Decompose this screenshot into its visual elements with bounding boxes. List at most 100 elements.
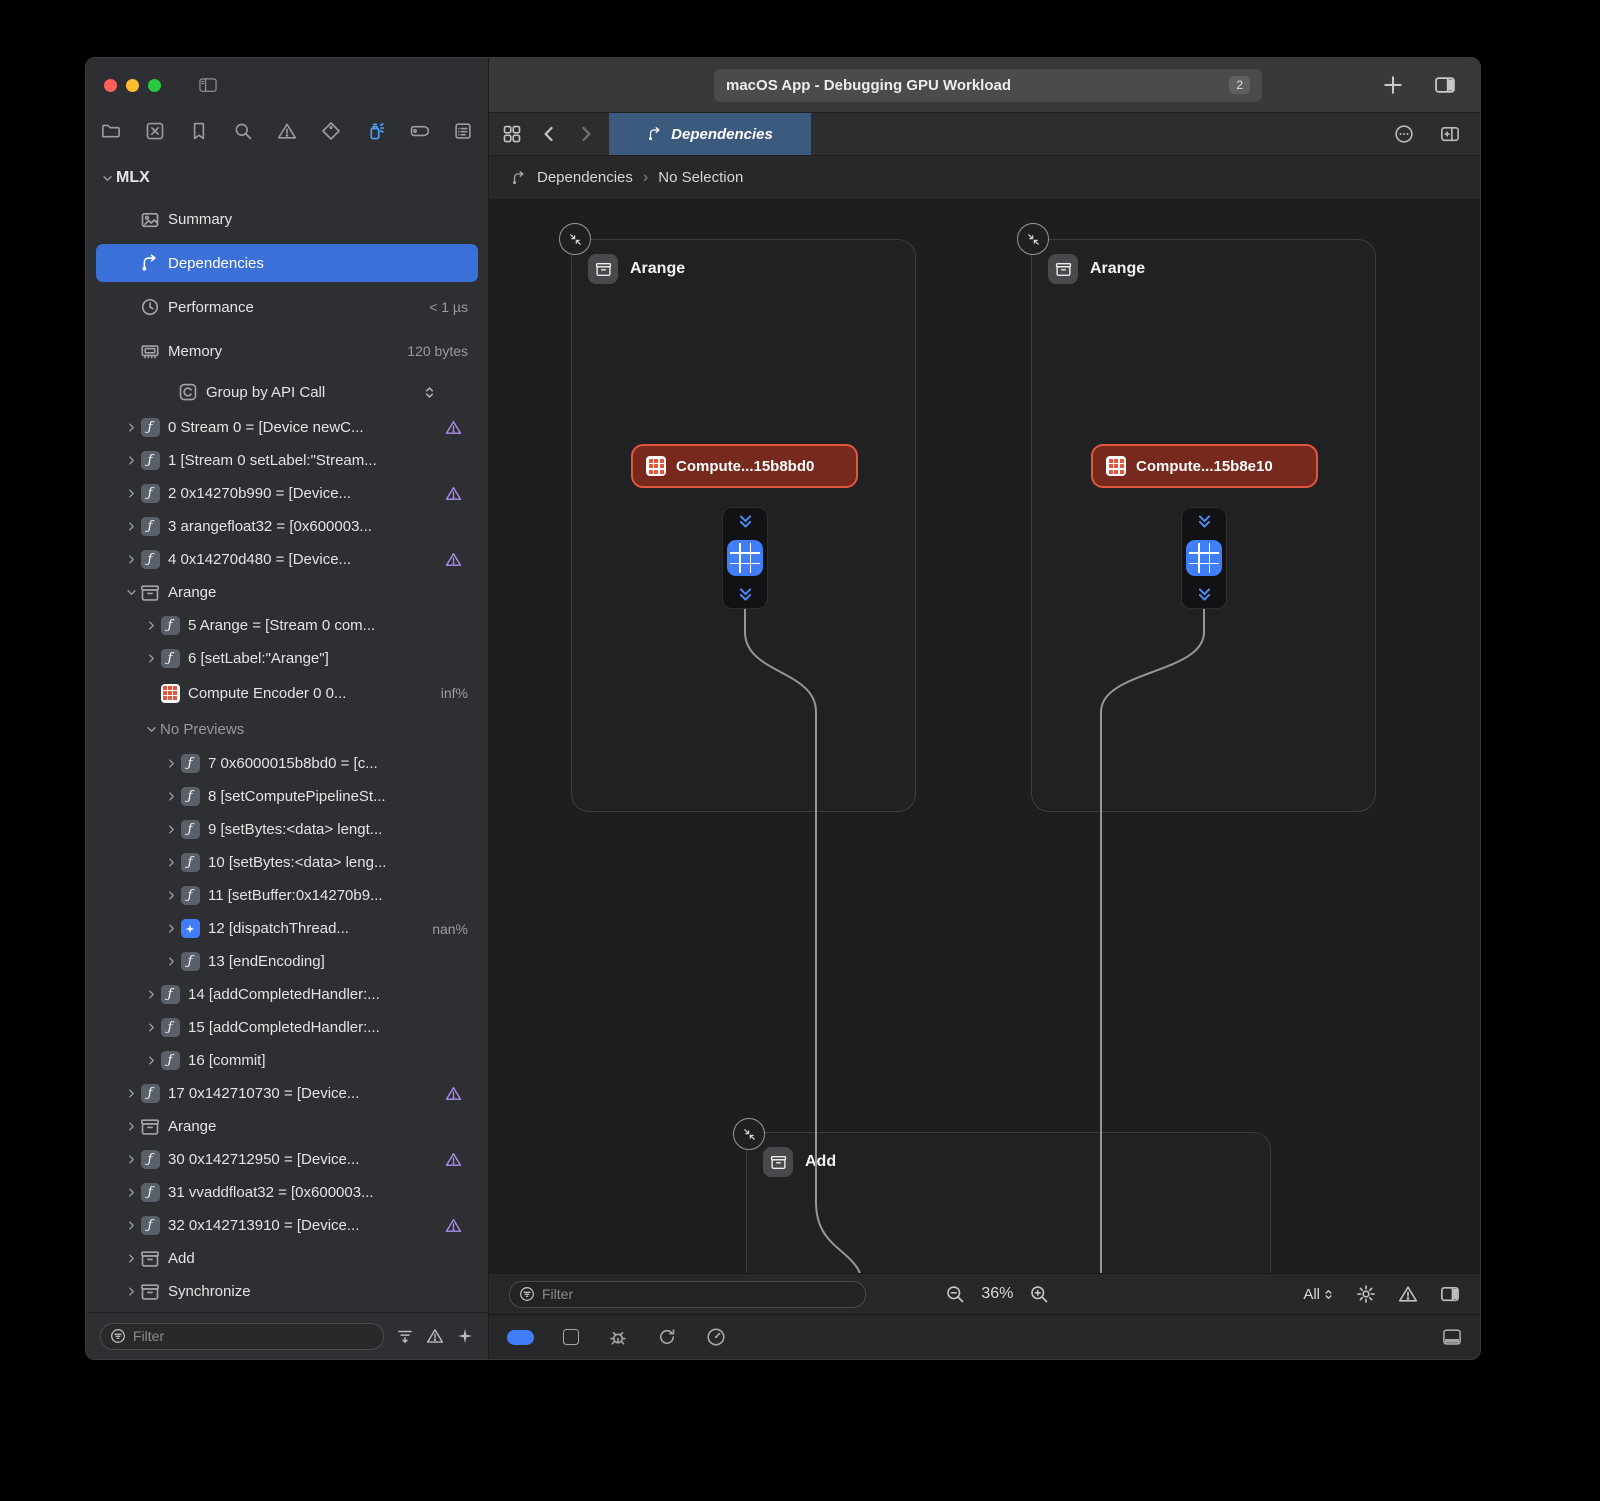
tree-row-dependencies[interactable]: Dependencies — [86, 241, 488, 285]
tree-row-1-stream-0-setlabel-stream[interactable]: ƒ1 [Stream 0 setLabel:"Stream... — [86, 444, 488, 477]
graph-mode-button[interactable] — [507, 1330, 534, 1345]
disclosure-right-icon[interactable] — [122, 1219, 140, 1233]
gauge-icon[interactable] — [706, 1327, 726, 1347]
zoom-in-icon[interactable] — [1029, 1284, 1049, 1304]
tree-row-11-setbuffer-0x14270b9[interactable]: ƒ11 [setBuffer:0x14270b9... — [86, 879, 488, 912]
disclosure-right-icon[interactable] — [162, 922, 180, 936]
tree-row-13-endencoding[interactable]: ƒ13 [endEncoding] — [86, 945, 488, 978]
disclosure-right-icon[interactable] — [122, 1087, 140, 1101]
tree-row-30-0x142712950-device[interactable]: ƒ30 0x142712950 = [Device... — [86, 1143, 488, 1176]
sidebar-toggle-icon[interactable] — [196, 76, 220, 95]
close-button[interactable] — [104, 79, 117, 92]
disclosure-down-icon[interactable] — [98, 171, 116, 185]
minimize-button[interactable] — [126, 79, 139, 92]
tree-row-2-0x14270b990-device[interactable]: ƒ2 0x14270b990 = [Device... — [86, 477, 488, 510]
disclosure-right-icon[interactable] — [122, 1153, 140, 1167]
grid-x-icon[interactable] — [145, 121, 165, 141]
breadcrumb-item-dependencies[interactable]: Dependencies — [537, 169, 633, 186]
gear-icon[interactable] — [1356, 1284, 1376, 1304]
disclosure-right-icon[interactable] — [122, 421, 140, 435]
disclosure-right-icon[interactable] — [162, 955, 180, 969]
zoom-level[interactable]: 36% — [981, 1285, 1013, 1303]
folder-icon[interactable] — [101, 121, 121, 141]
tree-row-17-0x142710730-device[interactable]: ƒ17 0x142710730 = [Device... — [86, 1077, 488, 1110]
buffer-preview-widget[interactable] — [722, 507, 768, 609]
bug-icon[interactable] — [608, 1327, 628, 1347]
list-icon[interactable] — [453, 121, 473, 141]
tree-row-16-commit[interactable]: ƒ16 [commit] — [86, 1044, 488, 1077]
tree-row-arange[interactable]: Arange — [86, 576, 488, 609]
collapse-group-button[interactable] — [559, 223, 591, 255]
back-button[interactable] — [539, 124, 559, 144]
disclosure-right-icon[interactable] — [122, 454, 140, 468]
double-chevron-down-icon[interactable] — [1196, 515, 1213, 528]
disclosure-right-icon[interactable] — [122, 553, 140, 567]
bottom-panel-toggle-icon[interactable] — [1442, 1327, 1462, 1347]
double-chevron-down-icon[interactable] — [737, 515, 754, 528]
tree-row-performance[interactable]: Performance< 1 µs — [86, 285, 488, 329]
disclosure-down-icon[interactable] — [142, 722, 160, 736]
tree-row-0-stream-0-device-newc[interactable]: ƒ0 Stream 0 = [Device newC... — [86, 411, 488, 444]
bookmark-icon[interactable] — [189, 121, 209, 141]
disclosure-right-icon[interactable] — [122, 520, 140, 534]
tree-row-3-arangefloat32-0x600003[interactable]: ƒ3 arangefloat32 = [0x600003... — [86, 510, 488, 543]
disclosure-right-icon[interactable] — [162, 757, 180, 771]
more-options-icon[interactable] — [1394, 124, 1414, 144]
forward-button[interactable] — [576, 124, 596, 144]
diamond-icon[interactable] — [321, 121, 341, 141]
tree-row-31-vvaddfloat32-0x600003[interactable]: ƒ31 vvaddfloat32 = [0x600003... — [86, 1176, 488, 1209]
disclosure-right-icon[interactable] — [142, 652, 160, 666]
buffer-grid-icon[interactable] — [727, 540, 763, 576]
tree-row-6-setlabel-arange[interactable]: ƒ6 [setLabel:"Arange"] — [86, 642, 488, 675]
disclosure-right-icon[interactable] — [162, 856, 180, 870]
tree-row-group-by-api-call[interactable]: Group by API Call — [86, 373, 488, 411]
disclosure-right-icon[interactable] — [142, 1054, 160, 1068]
disclosure-right-icon[interactable] — [122, 1252, 140, 1266]
buffer-grid-icon[interactable] — [1186, 540, 1222, 576]
tab-dependencies[interactable]: Dependencies — [609, 113, 811, 155]
tree-row-memory[interactable]: Memory120 bytes — [86, 329, 488, 373]
selection-mode-button[interactable] — [563, 1329, 579, 1345]
sidebar-filter-input[interactable] — [131, 1327, 374, 1345]
disclosure-right-icon[interactable] — [162, 889, 180, 903]
tree-row-8-setcomputepipelinest[interactable]: ƒ8 [setComputePipelineSt... — [86, 780, 488, 813]
tree-row-9-setbytes-data-lengt[interactable]: ƒ9 [setBytes:<data> lengt... — [86, 813, 488, 846]
compute-encoder-node[interactable]: Compute...15b8bd0 — [631, 444, 858, 488]
disclosure-right-icon[interactable] — [122, 1285, 140, 1299]
inspector-toggle-icon[interactable] — [1440, 1284, 1460, 1304]
dependency-graph-canvas[interactable]: ArangeArangeAddCompute...15b8bd0Compute.… — [489, 200, 1480, 1273]
tree-row-15-addcompletedhandler[interactable]: ƒ15 [addCompletedHandler:... — [86, 1011, 488, 1044]
fullscreen-button[interactable] — [148, 79, 161, 92]
tree-row-add[interactable]: Add — [86, 1242, 488, 1275]
new-tab-button[interactable] — [1382, 74, 1404, 96]
tree-row-5-arange-stream-0-com[interactable]: ƒ5 Arange = [Stream 0 com... — [86, 609, 488, 642]
disclosure-right-icon[interactable] — [142, 619, 160, 633]
issues-icon[interactable] — [1398, 1284, 1418, 1304]
disclosure-right-icon[interactable] — [162, 790, 180, 804]
tree-row-summary[interactable]: Summary — [86, 198, 488, 241]
disclosure-right-icon[interactable] — [122, 1120, 140, 1134]
refresh-icon[interactable] — [657, 1327, 677, 1347]
tree-row-compute-encoder-0-0[interactable]: Compute Encoder 0 0...inf% — [86, 675, 488, 711]
tree-row-10-setbytes-data-leng[interactable]: ƒ10 [setBytes:<data> leng... — [86, 846, 488, 879]
stepper-updown-icon[interactable] — [423, 385, 436, 400]
disclosure-right-icon[interactable] — [162, 823, 180, 837]
disclosure-right-icon[interactable] — [122, 1186, 140, 1200]
tree-row-12-dispatchthread[interactable]: 12 [dispatchThread...nan% — [86, 912, 488, 945]
graph-filter-field[interactable] — [509, 1281, 866, 1308]
sidebar-filter-field[interactable] — [100, 1323, 384, 1350]
warnings-filter-icon[interactable] — [426, 1327, 444, 1345]
tab-overview-icon[interactable] — [502, 124, 522, 144]
sparkle-icon[interactable] — [456, 1327, 474, 1345]
collapse-group-button[interactable] — [1017, 223, 1049, 255]
tree-row-14-addcompletedhandler[interactable]: ƒ14 [addCompletedHandler:... — [86, 978, 488, 1011]
title-pill[interactable]: macOS App - Debugging GPU Workload 2 — [714, 69, 1262, 102]
tag-icon[interactable] — [409, 121, 429, 141]
tree-row-4-0x14270d480-device[interactable]: ƒ4 0x14270d480 = [Device... — [86, 543, 488, 576]
double-chevron-down-icon[interactable] — [737, 588, 754, 601]
canvas-group-add[interactable]: Add — [746, 1132, 1271, 1273]
collapse-group-button[interactable] — [733, 1118, 765, 1150]
tree-row-arange[interactable]: Arange — [86, 1110, 488, 1143]
spray-icon[interactable] — [365, 121, 385, 141]
disclosure-down-icon[interactable] — [122, 586, 140, 600]
